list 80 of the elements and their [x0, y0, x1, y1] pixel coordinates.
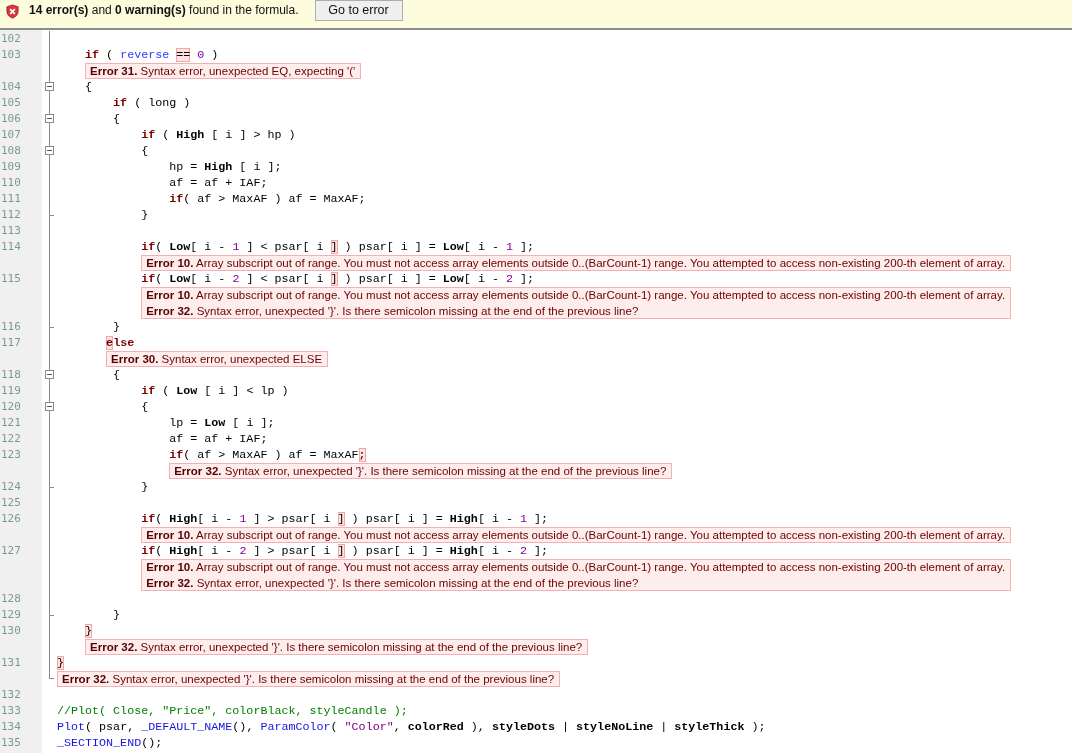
code-line: {	[112, 367, 122, 383]
code-line: lp = Low [ i ];	[168, 415, 276, 431]
code-line: if( af > MaxAF ) af = MaxAF;	[168, 447, 367, 463]
error-summary-text: 14 error(s) and 0 warning(s) found in the formula.	[29, 3, 299, 17]
code-line: }	[112, 319, 122, 335]
line-number: 125	[0, 495, 22, 511]
line-number: 130	[0, 623, 22, 639]
line-number: 126	[0, 511, 22, 527]
line-number: 122	[0, 431, 22, 447]
line-number: 118	[0, 367, 22, 383]
error-message: Error 32. Syntax error, unexpected '}'. Is there semicolon missing at the end of the previous line?	[146, 304, 640, 319]
line-number: 113	[0, 223, 22, 239]
error-message: Error 10. Array subscript out of range. You must not access array elements outside 0..(BarCount-1) range. You attempted to access non-existing 200-th element of array.	[146, 256, 1006, 271]
code-line: if( High[ i - 1 ] > psar[ i ] ) psar[ i ] = High[ i - 1 ];	[140, 511, 550, 527]
line-number: 127	[0, 543, 22, 559]
error-message: Error 30. Syntax error, unexpected ELSE	[111, 352, 323, 367]
code-line: }	[140, 207, 150, 223]
code-line: {	[112, 111, 122, 127]
line-number: 114	[0, 239, 22, 255]
line-number: 121	[0, 415, 22, 431]
code-line: af = af + IAF;	[168, 175, 269, 191]
line-number: 111	[0, 191, 22, 207]
line-number: 103	[0, 47, 22, 63]
error-message: Error 10. Array subscript out of range. You must not access array elements outside 0..(BarCount-1) range. You attempted to access non-existing 200-th element of array.	[146, 288, 1006, 303]
line-number: 108	[0, 143, 22, 159]
line-number: 133	[0, 703, 22, 719]
code-line: Plot( psar, _DEFAULT_NAME(), ParamColor( "Color", colorRed ), styleDots | styleNoLine | styleThick );	[57, 719, 767, 735]
line-number: 102	[0, 31, 22, 47]
code-line: {	[84, 79, 94, 95]
line-number: 106	[0, 111, 22, 127]
error-message: Error 31. Syntax error, unexpected EQ, expecting '('	[90, 64, 356, 79]
fold-collapse-icon[interactable]	[45, 146, 54, 155]
error-message: Error 32. Syntax error, unexpected '}'. Is there semicolon missing at the end of the previous line?	[174, 464, 667, 479]
code-line: hp = High [ i ];	[168, 159, 283, 175]
line-number: 131	[0, 655, 22, 671]
line-number: 132	[0, 687, 22, 703]
code-line: if ( reverse == 0 )	[84, 47, 220, 63]
line-number: 128	[0, 591, 22, 607]
code-line: if( High[ i - 2 ] > psar[ i ] ) psar[ i ] = High[ i - 2 ];	[140, 543, 550, 559]
code-line: }	[112, 607, 122, 623]
fold-collapse-icon[interactable]	[45, 402, 54, 411]
line-number: 112	[0, 207, 22, 223]
code-line: _SECTION_END();	[57, 735, 164, 751]
line-number: 115	[0, 271, 22, 287]
line-number: 124	[0, 479, 22, 495]
code-line: }	[140, 479, 150, 495]
error-shield-icon	[5, 3, 20, 19]
fold-collapse-icon[interactable]	[45, 114, 54, 123]
code-line: if ( Low [ i ] < lp )	[140, 383, 290, 399]
code-line: if( Low[ i - 2 ] < psar[ i ] ) psar[ i ] = Low[ i - 2 ];	[140, 271, 535, 287]
error-message: Error 32. Syntax error, unexpected '}'. Is there semicolon missing at the end of the previous line?	[146, 576, 640, 591]
line-number: 134	[0, 719, 22, 735]
code-line: else	[105, 335, 136, 351]
line-number: 110	[0, 175, 22, 191]
line-number: 105	[0, 95, 22, 111]
line-number: 109	[0, 159, 22, 175]
code-line: af = af + IAF;	[168, 431, 269, 447]
code-line: {	[140, 399, 150, 415]
line-number: 123	[0, 447, 22, 463]
error-message: Error 32. Syntax error, unexpected '}'. Is there semicolon missing at the end of the previous line?	[62, 672, 555, 687]
line-number: 116	[0, 319, 22, 335]
line-number: 120	[0, 399, 22, 415]
fold-collapse-icon[interactable]	[45, 370, 54, 379]
line-number: 107	[0, 127, 22, 143]
line-number: 119	[0, 383, 22, 399]
line-number: 135	[0, 735, 22, 751]
code-line: if( Low[ i - 1 ] < psar[ i ] ) psar[ i ] = Low[ i - 1 ];	[140, 239, 535, 255]
code-line: if( af > MaxAF ) af = MaxAF;	[168, 191, 367, 207]
line-number: 104	[0, 79, 22, 95]
error-message: Error 32. Syntax error, unexpected '}'. Is there semicolon missing at the end of the previous line?	[90, 640, 583, 655]
error-message: Error 10. Array subscript out of range. You must not access array elements outside 0..(BarCount-1) range. You attempted to access non-existing 200-th element of array.	[146, 560, 1006, 575]
code-line: if ( long )	[112, 95, 192, 111]
error-message: Error 10. Array subscript out of range. You must not access array elements outside 0..(BarCount-1) range. You attempted to access non-existing 200-th element of array.	[146, 528, 1006, 543]
line-number: 129	[0, 607, 22, 623]
line-number: 117	[0, 335, 22, 351]
code-line: {	[140, 143, 150, 159]
fold-collapse-icon[interactable]	[45, 82, 54, 91]
go-to-error-button[interactable]: Go to error	[314, 0, 403, 21]
code-line: if ( High [ i ] > hp )	[140, 127, 297, 143]
code-line: //Plot( Close, "Price", colorBlack, styleCandle );	[57, 703, 409, 719]
